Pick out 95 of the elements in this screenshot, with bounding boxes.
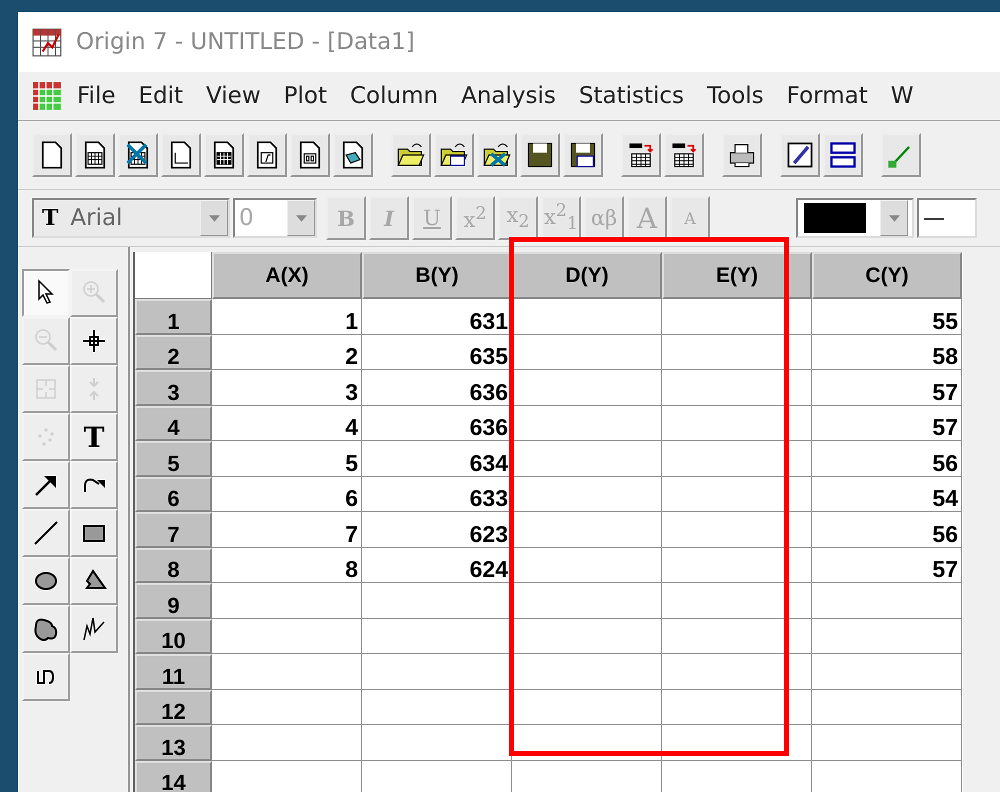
table-cell: 56	[812, 441, 962, 476]
color-dropdown[interactable]	[796, 198, 914, 238]
table-cell: 4	[212, 406, 362, 441]
table-cell: 55	[812, 299, 962, 334]
menu-item[interactable]: Tools	[707, 83, 764, 109]
column-header[interactable]: C(Y)	[812, 252, 962, 299]
toolbar-button[interactable]	[161, 133, 201, 177]
text-tool-button[interactable]: T	[70, 413, 118, 461]
font-dropdown[interactable]: T Arial	[32, 198, 230, 238]
toolbar-button[interactable]	[621, 133, 661, 177]
table-cell: 636	[362, 370, 512, 406]
toolbar-button[interactable]	[823, 133, 863, 177]
line-tool-button[interactable]	[22, 509, 70, 557]
pen-icon	[785, 140, 815, 170]
table-cell: 2	[212, 334, 362, 370]
toolbar-button[interactable]	[247, 133, 287, 177]
table-cell: 57	[812, 406, 962, 441]
menu-item[interactable]: Column	[350, 83, 438, 109]
row-header[interactable]: 6	[135, 476, 212, 512]
toolbar-button[interactable]	[290, 133, 330, 177]
menu-item[interactable]: Analysis	[461, 83, 556, 109]
column-header[interactable]: B(Y)	[362, 252, 512, 299]
table-cell: 57	[812, 548, 962, 583]
row-header[interactable]: 9	[135, 583, 212, 618]
stacked-panels-icon	[828, 140, 858, 170]
ellipse-tool-button[interactable]	[22, 557, 70, 605]
toolbar-button[interactable]	[391, 133, 431, 177]
table-cell: 57	[812, 370, 962, 406]
menu-item[interactable]: W	[890, 83, 914, 109]
table-cell: 631	[362, 299, 512, 334]
arrow-tool-button[interactable]	[22, 461, 70, 509]
row-header[interactable]: 11	[135, 654, 212, 690]
line-style-dropdown[interactable]: —	[917, 198, 977, 238]
toolbar-button[interactable]	[563, 133, 603, 177]
table-cell: 636	[362, 406, 512, 441]
table-cell: 8	[212, 548, 362, 583]
column-header[interactable]: A(X)	[212, 252, 362, 299]
toolbar-button[interactable]	[32, 133, 72, 177]
table-cell: 6	[212, 476, 362, 512]
table-cell: 635	[362, 334, 512, 370]
blob-tool-button[interactable]	[22, 605, 70, 653]
row-header[interactable]: 8	[135, 548, 212, 583]
polyline-tool-button[interactable]	[70, 605, 118, 653]
menu-item[interactable]: Edit	[138, 83, 184, 109]
toolbar-button[interactable]	[477, 133, 517, 177]
corner-cell[interactable]	[135, 252, 212, 299]
pointer-tool-button[interactable]	[22, 269, 70, 317]
table-cell: 3	[212, 370, 362, 406]
toolbar-button[interactable]	[434, 133, 474, 177]
crosshair-tool-button[interactable]	[70, 317, 118, 365]
toolbar-button[interactable]	[204, 133, 244, 177]
menu-item[interactable]: Statistics	[578, 83, 684, 109]
app-icon	[32, 26, 64, 58]
table-cell: 624	[362, 548, 512, 583]
row-header[interactable]: 13	[135, 725, 212, 760]
rect-tool-button[interactable]	[70, 509, 118, 557]
table-cell: 634	[362, 441, 512, 476]
toolbar-button[interactable]	[118, 133, 158, 177]
toolbar-button[interactable]	[722, 133, 762, 177]
row-header[interactable]: 5	[135, 441, 212, 476]
menu-item[interactable]: File	[77, 83, 116, 109]
toolbar-button[interactable]	[75, 133, 115, 177]
table-cell: 633	[362, 476, 512, 512]
row-header[interactable]: 3	[135, 370, 212, 406]
row-header[interactable]: 14	[135, 760, 212, 792]
column-header[interactable]: E(Y)	[662, 252, 812, 299]
toolbar-button[interactable]	[780, 133, 820, 177]
menu-item[interactable]: View	[206, 83, 261, 109]
column-header[interactable]: D(Y)	[512, 252, 662, 299]
table-cell: 58	[812, 334, 962, 370]
toolbar-button[interactable]	[333, 133, 373, 177]
table-cell: 56	[812, 512, 962, 548]
save-template-icon	[568, 140, 598, 170]
table-cell: 1	[212, 299, 362, 334]
font-icon: T	[42, 205, 58, 231]
row-header[interactable]: 4	[135, 406, 212, 441]
row-header[interactable]: 7	[135, 512, 212, 548]
save-icon	[525, 140, 555, 170]
toolbar-button[interactable]	[664, 133, 704, 177]
menu-item[interactable]: Format	[786, 83, 868, 109]
table-cell: 7	[212, 512, 362, 548]
freehand-tool-button[interactable]	[22, 653, 70, 701]
row-header[interactable]: 12	[135, 690, 212, 725]
table-cell: 5	[212, 441, 362, 476]
curvearrow-tool-button[interactable]	[70, 461, 118, 509]
polygon-tool-button[interactable]	[70, 557, 118, 605]
row-header[interactable]: 1	[135, 299, 212, 334]
worksheet-icon[interactable]	[32, 81, 62, 111]
table-cell: 623	[362, 512, 512, 548]
menu-item[interactable]: Plot	[284, 83, 327, 109]
table-cell: 54	[812, 476, 962, 512]
window-title: Origin 7 - UNTITLED - [Data1]	[76, 29, 415, 55]
row-header[interactable]: 10	[135, 618, 212, 654]
row-header[interactable]: 2	[135, 334, 212, 370]
toolbar-button[interactable]	[520, 133, 560, 177]
